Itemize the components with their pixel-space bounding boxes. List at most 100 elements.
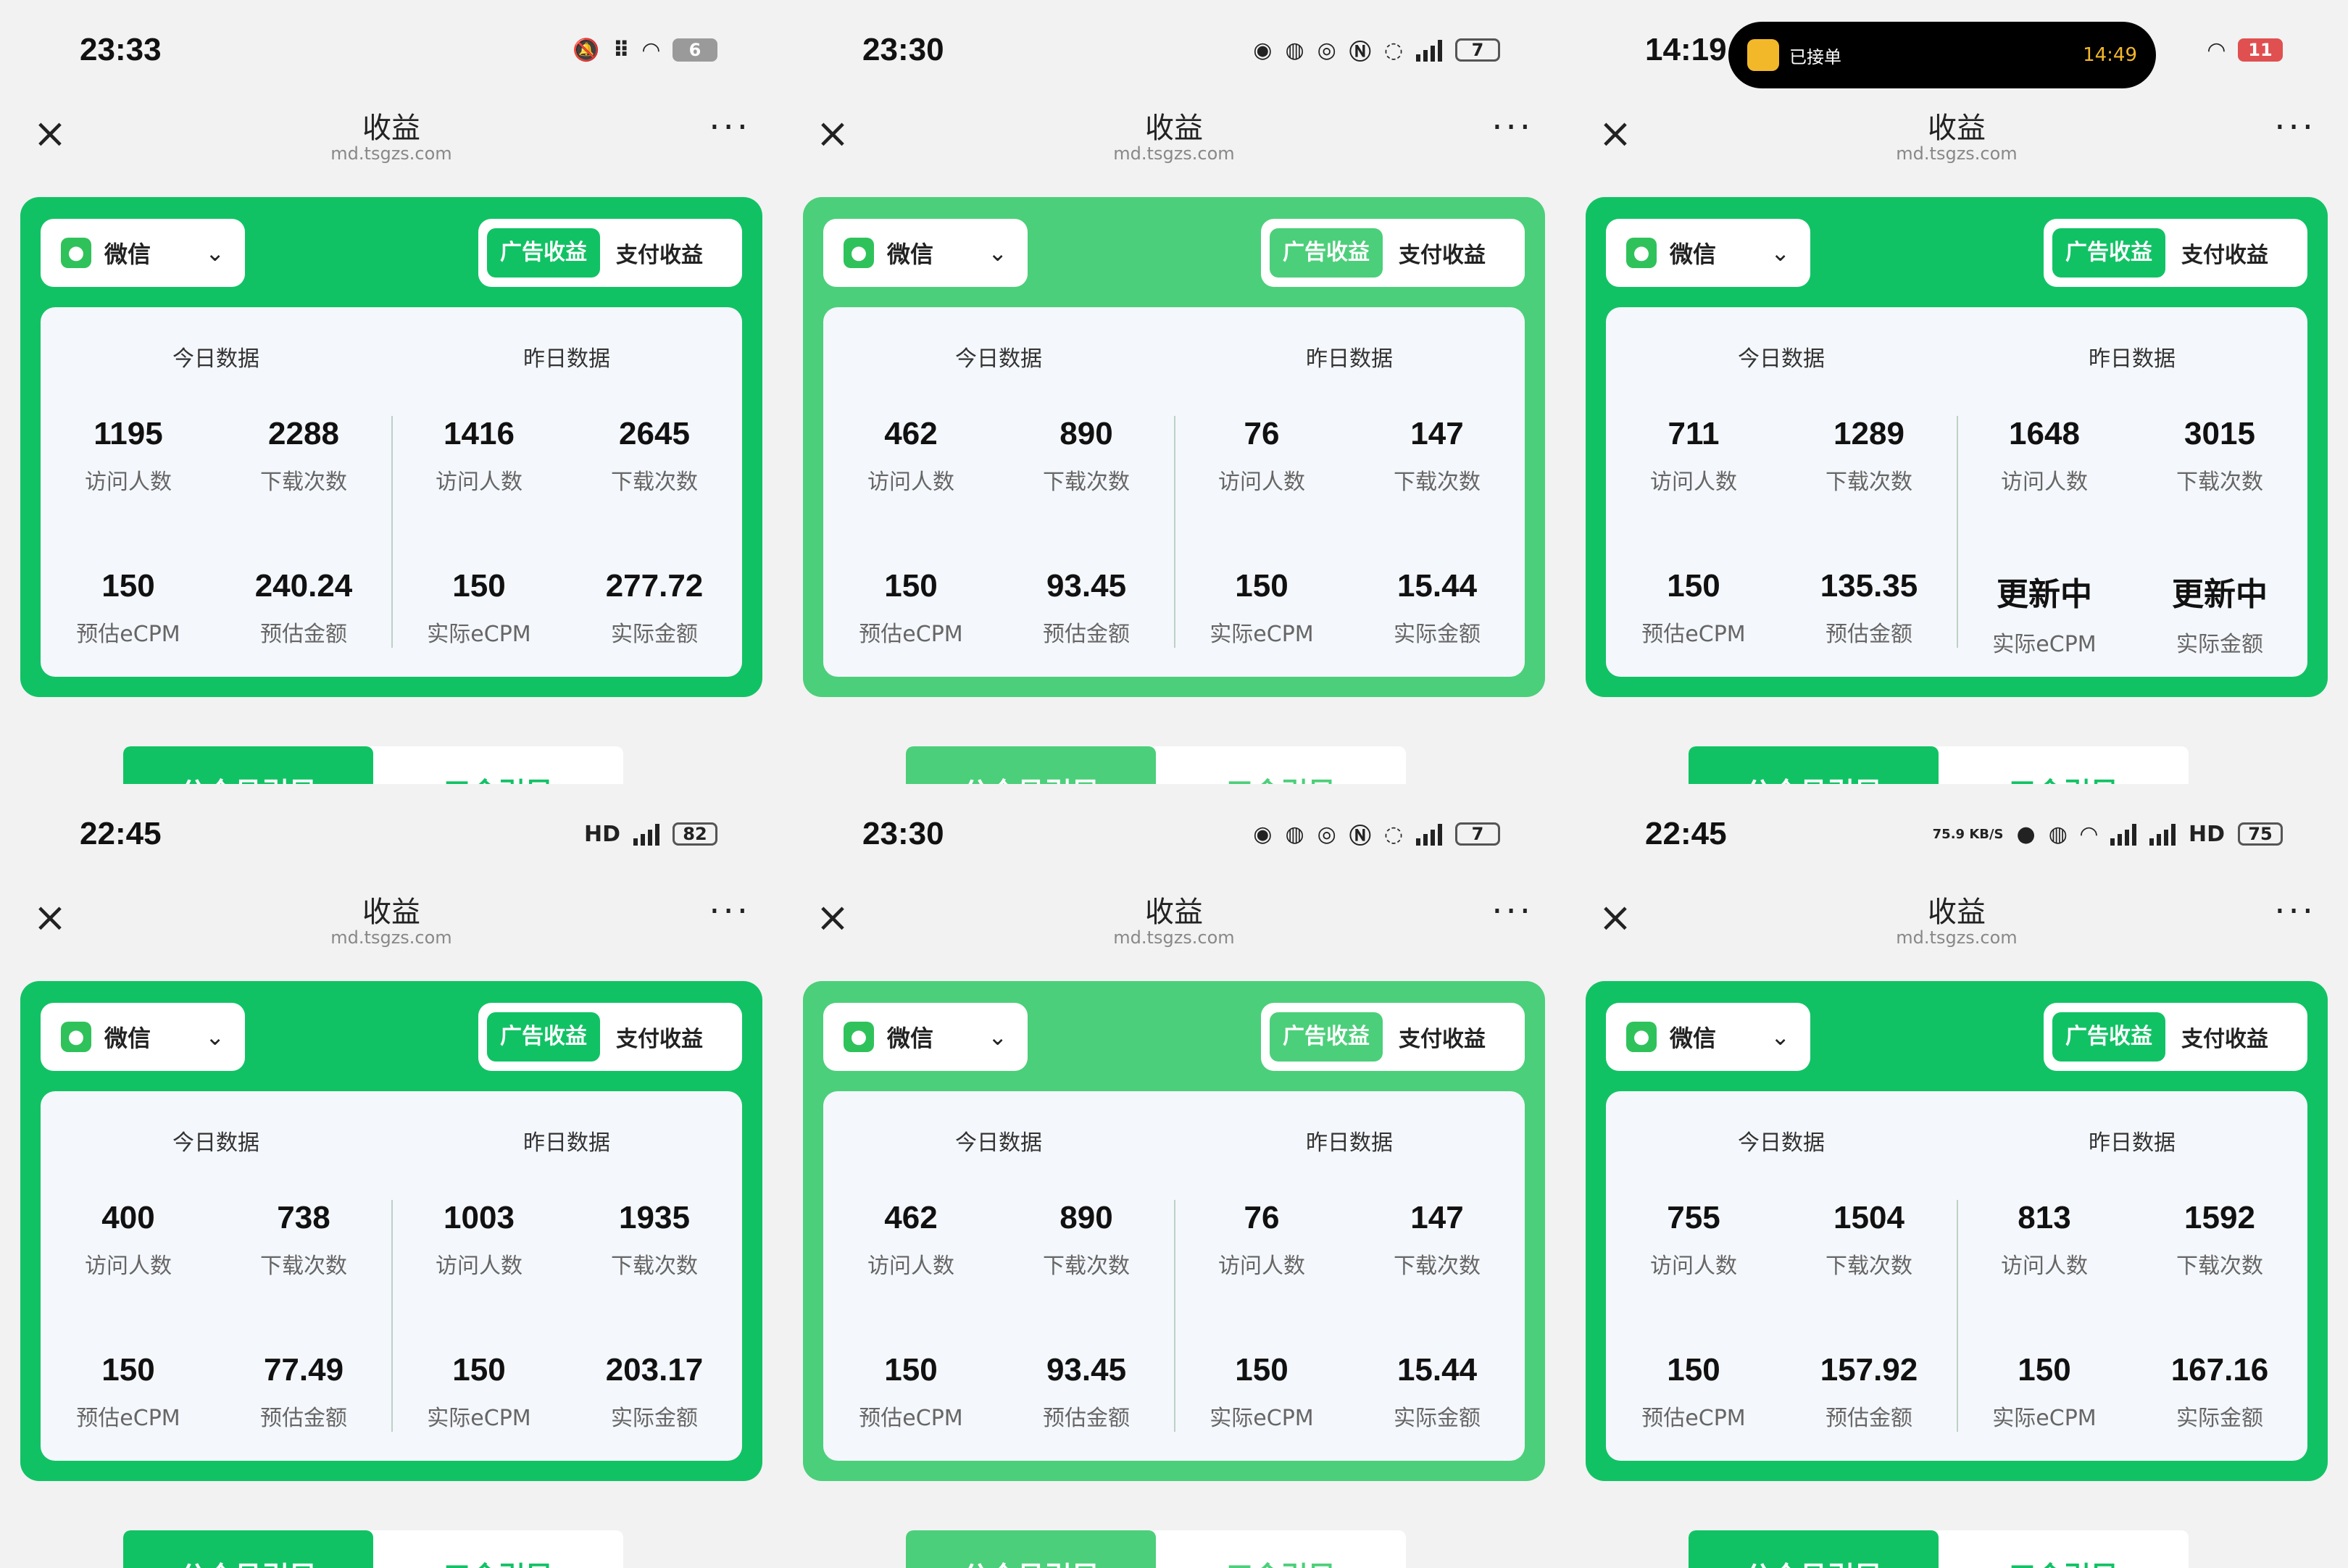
stat-value: 203.17	[605, 1352, 704, 1388]
stat-label: 访问人数	[1650, 1254, 1737, 1279]
yesterday-stat: 1648 访问人数	[1957, 416, 2132, 496]
page-url: md.tsgzs.com	[1896, 143, 2018, 164]
stat-value: 1289	[1833, 416, 1904, 451]
today-title: 今日数据	[172, 346, 259, 372]
more-icon[interactable]: ···	[709, 891, 751, 932]
chevron-down-icon: ⌄	[988, 239, 1007, 267]
page-url: md.tsgzs.com	[1113, 143, 1235, 164]
today-title: 今日数据	[955, 1130, 1042, 1156]
tab-ad-earnings[interactable]: 广告收益	[1270, 228, 1383, 278]
tab-pay-earnings[interactable]: 支付收益	[616, 237, 703, 269]
signal-icon	[1416, 38, 1442, 62]
tab-pay-earnings[interactable]: 支付收益	[1399, 237, 1486, 269]
tab-kouling-guide[interactable]: 口令引导	[373, 1530, 623, 1568]
stat-value: 135.35	[1820, 568, 1918, 604]
platform-label: 微信	[887, 241, 934, 268]
page-url: md.tsgzs.com	[330, 927, 452, 948]
today-stat: 2288 下载次数	[216, 416, 391, 496]
stat-label: 预估金额	[260, 622, 347, 647]
tab-pay-earnings[interactable]: 支付收益	[1399, 1021, 1486, 1053]
tab-kouling-guide[interactable]: 口令引导	[1939, 746, 2189, 785]
status-icons: ◠ 11	[2208, 32, 2283, 68]
yesterday-stat: 1935 下载次数	[567, 1200, 742, 1280]
tab-gzh-guide[interactable]: 公众号引导	[906, 1530, 1156, 1568]
stat-value: 1592	[2184, 1200, 2255, 1235]
page-url: md.tsgzs.com	[1113, 927, 1235, 948]
tab-pay-earnings[interactable]: 支付收益	[616, 1021, 703, 1053]
yesterday-stat: 813 访问人数	[1957, 1200, 2132, 1280]
yesterday-stat: 76 访问人数	[1174, 1200, 1349, 1280]
stat-label: 下载次数	[1394, 1254, 1481, 1279]
stat-value: 150	[2018, 1352, 2071, 1388]
tab-ad-earnings[interactable]: 广告收益	[1270, 1012, 1383, 1062]
platform-selector[interactable]: ● 微信 ⌄	[823, 219, 1028, 287]
tab-ad-earnings[interactable]: 广告收益	[487, 1012, 600, 1062]
stat-label: 访问人数	[867, 470, 954, 495]
tab-gzh-guide[interactable]: 公众号引导	[1689, 746, 1939, 784]
more-icon[interactable]: ···	[1491, 107, 1533, 148]
guide-tabs: 公众号引导 口令引导	[123, 746, 623, 784]
tab-gzh-guide[interactable]: 公众号引导	[123, 1530, 373, 1568]
today-stat: 77.49 预估金额	[216, 1352, 391, 1432]
stat-label: 下载次数	[1825, 470, 1912, 495]
tab-kouling-guide[interactable]: 口令引导	[373, 746, 623, 785]
yesterday-stat: 167.16 实际金额	[2132, 1352, 2307, 1432]
net-speed: 75.9 KB/S	[1932, 826, 2004, 842]
stat-value: 更新中	[2172, 577, 2268, 612]
yesterday-stat: 203.17 实际金额	[567, 1352, 742, 1432]
platform-selector[interactable]: ● 微信 ⌄	[1606, 1003, 1810, 1071]
tab-gzh-guide[interactable]: 公众号引导	[906, 746, 1156, 784]
tab-gzh-guide[interactable]: 公众号引导	[1689, 1530, 1939, 1568]
status-time: 23:30	[862, 816, 944, 851]
stat-value: 3015	[2184, 416, 2255, 451]
battery-icon: 6	[673, 38, 717, 62]
tab-pay-earnings[interactable]: 支付收益	[2181, 1021, 2268, 1053]
today-title: 今日数据	[172, 1130, 259, 1156]
chevron-down-icon: ⌄	[988, 1023, 1007, 1051]
stats-panel: 今日数据 昨日数据 711 访问人数 1289 下载次数 150 预估eCPM 135.35…	[1606, 307, 2307, 677]
nav-bar: × 收益 md.tsgzs.com ···	[0, 878, 783, 958]
stat-label: 实际金额	[611, 1406, 698, 1431]
more-icon[interactable]: ···	[2274, 107, 2316, 148]
tab-ad-earnings[interactable]: 广告收益	[2052, 228, 2165, 278]
today-stat: 240.24 预估金额	[216, 568, 391, 648]
today-stat: 93.45 预估金额	[999, 568, 1174, 648]
signal-icon	[2110, 822, 2136, 846]
tab-ad-earnings[interactable]: 广告收益	[2052, 1012, 2165, 1062]
tab-ad-earnings[interactable]: 广告收益	[487, 228, 600, 278]
platform-selector[interactable]: ● 微信 ⌄	[41, 219, 245, 287]
stat-label: 实际eCPM	[427, 622, 531, 647]
stat-label: 实际eCPM	[1210, 622, 1314, 647]
platform-label: 微信	[104, 241, 151, 268]
tab-gzh-guide[interactable]: 公众号引导	[123, 746, 373, 784]
more-icon[interactable]: ···	[709, 107, 751, 148]
stat-value: 15.44	[1396, 1352, 1478, 1388]
stat-label: 实际eCPM	[427, 1406, 531, 1431]
stat-label: 访问人数	[436, 1254, 523, 1279]
page-title: 收益	[362, 896, 420, 929]
platform-selector[interactable]: ● 微信 ⌄	[41, 1003, 245, 1071]
stat-label: 下载次数	[1825, 1254, 1912, 1279]
battery-icon: 7	[1455, 822, 1500, 846]
more-icon[interactable]: ···	[2274, 891, 2316, 932]
stat-label: 访问人数	[436, 470, 523, 495]
order-app-icon	[1747, 39, 1779, 71]
dynamic-island[interactable]: 已接单 14:49	[1728, 22, 2156, 88]
tab-kouling-guide[interactable]: 口令引导	[1156, 746, 1406, 785]
stats-panel: 今日数据 昨日数据 462 访问人数 890 下载次数 150 预估eCPM 93.45 预估…	[823, 307, 1525, 677]
stat-label: 访问人数	[85, 470, 172, 495]
stats-panel: 今日数据 昨日数据 400 访问人数 738 下载次数 150 预估eCPM 77.49 预估…	[41, 1091, 742, 1461]
platform-selector[interactable]: ● 微信 ⌄	[823, 1003, 1028, 1071]
stat-label: 访问人数	[2001, 470, 2088, 495]
today-stat: 890 下载次数	[999, 1200, 1174, 1280]
more-icon[interactable]: ···	[1491, 891, 1533, 932]
eye-icon: ◎	[1317, 37, 1336, 63]
phone-screen-3: 14:19 ◠ 11 已接单 14:49 × 收益 md.tsgzs.com ···…	[1565, 0, 2348, 784]
app-icon: ◍	[1285, 37, 1304, 63]
platform-selector[interactable]: ● 微信 ⌄	[1606, 219, 1810, 287]
tab-kouling-guide[interactable]: 口令引导	[1156, 1530, 1406, 1568]
guide-tabs: 公众号引导 口令引导	[1689, 746, 2189, 784]
tab-kouling-guide[interactable]: 口令引导	[1939, 1530, 2189, 1568]
stat-label: 预估eCPM	[76, 622, 180, 647]
tab-pay-earnings[interactable]: 支付收益	[2181, 237, 2268, 269]
